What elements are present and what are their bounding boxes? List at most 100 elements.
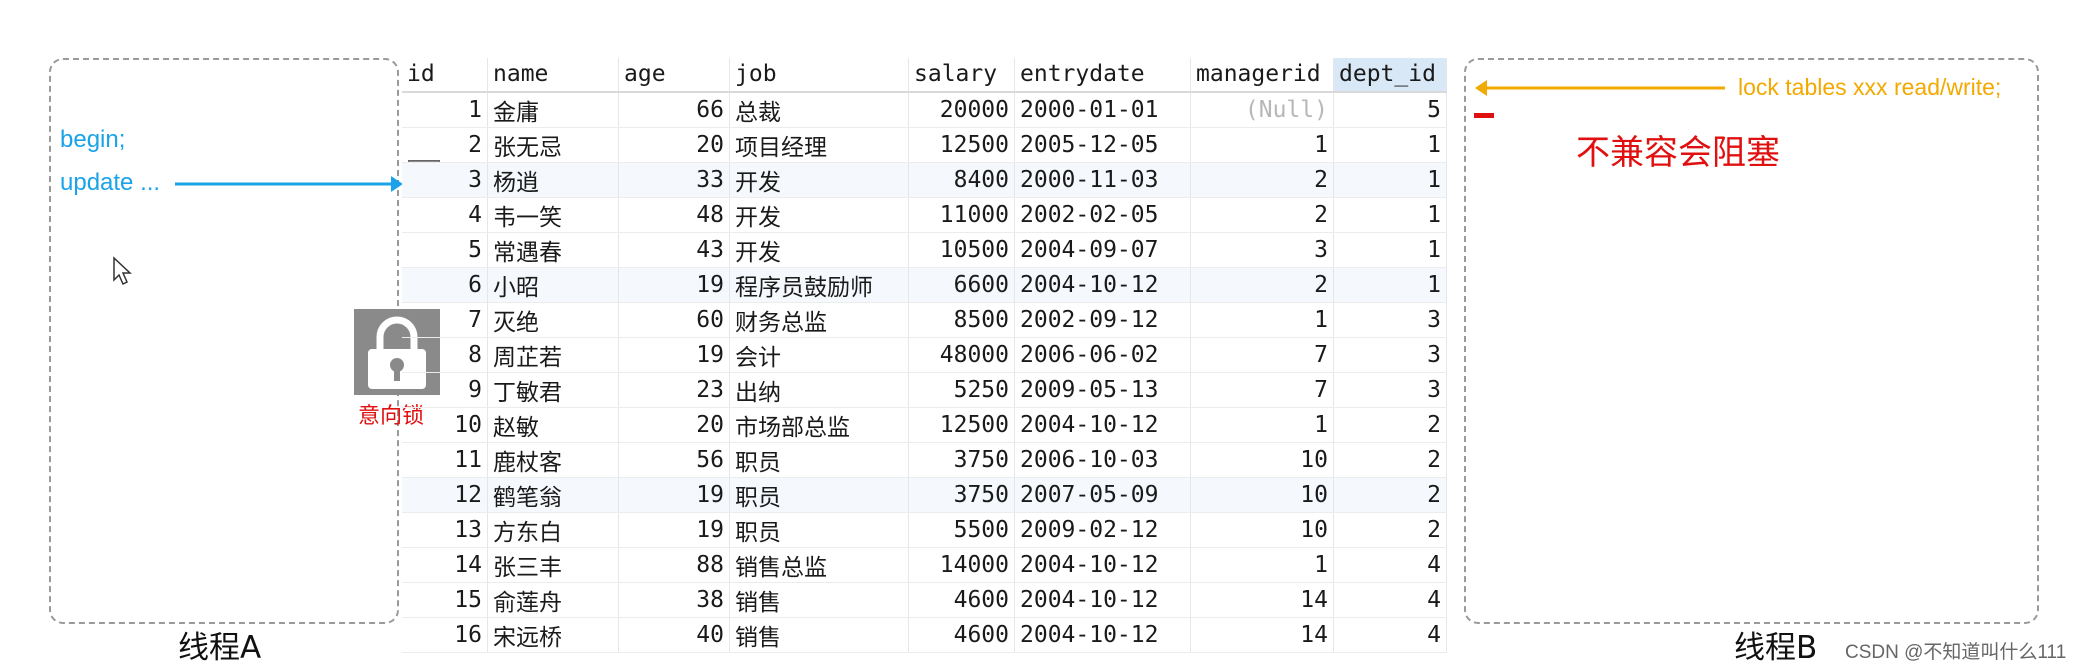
cell-id[interactable]: 14 <box>402 547 488 583</box>
cell-managerid[interactable]: 10 <box>1190 512 1334 548</box>
cell-entrydate[interactable]: 2005-12-05 <box>1014 127 1191 163</box>
cell-id[interactable]: 12 <box>402 477 488 513</box>
cell-job[interactable]: 销售 <box>729 617 909 653</box>
cell-salary[interactable]: 3750 <box>908 477 1015 513</box>
table-row[interactable]: 10 赵敏 20 市场部总监 12500 2004-10-12 1 2 <box>402 407 1447 443</box>
cell-name[interactable]: 鹿杖客 <box>487 442 619 478</box>
col-header-name[interactable]: name <box>487 58 619 93</box>
cell-salary[interactable]: 10500 <box>908 232 1015 268</box>
cell-id[interactable]: 7 <box>402 302 488 338</box>
cell-job[interactable]: 职员 <box>729 477 909 513</box>
cell-age[interactable]: 60 <box>618 302 730 338</box>
cell-id[interactable]: 6 <box>402 267 488 303</box>
cell-job[interactable]: 市场部总监 <box>729 407 909 443</box>
cell-entrydate[interactable]: 2000-01-01 <box>1014 91 1191 128</box>
col-header-age[interactable]: age <box>618 58 730 93</box>
cell-managerid[interactable]: 3 <box>1190 232 1334 268</box>
cell-age[interactable]: 48 <box>618 197 730 233</box>
cell-job[interactable]: 总裁 <box>729 91 909 128</box>
cell-name[interactable]: 方东白 <box>487 512 619 548</box>
cell-id[interactable]: 16 <box>402 617 488 653</box>
cell-name[interactable]: 杨逍 <box>487 162 619 198</box>
cell-job[interactable]: 职员 <box>729 512 909 548</box>
cell-managerid[interactable]: 7 <box>1190 372 1334 408</box>
cell-id[interactable]: 11 <box>402 442 488 478</box>
cell-managerid[interactable]: 2 <box>1190 197 1334 233</box>
cell-salary[interactable]: 3750 <box>908 442 1015 478</box>
cell-managerid[interactable]: 7 <box>1190 337 1334 373</box>
cell-age[interactable]: 40 <box>618 617 730 653</box>
cell-managerid[interactable]: 1 <box>1190 407 1334 443</box>
table-row[interactable]: 11 鹿杖客 56 职员 3750 2006-10-03 10 2 <box>402 442 1447 478</box>
cell-entrydate[interactable]: 2009-02-12 <box>1014 512 1191 548</box>
cell-dept-id[interactable]: 2 <box>1333 407 1447 443</box>
cell-job[interactable]: 财务总监 <box>729 302 909 338</box>
cell-name[interactable]: 鹤笔翁 <box>487 477 619 513</box>
cell-id[interactable]: 1 <box>402 91 488 128</box>
cell-age[interactable]: 88 <box>618 547 730 583</box>
cell-managerid[interactable]: 14 <box>1190 582 1334 618</box>
cell-managerid[interactable]: 1 <box>1190 127 1334 163</box>
cell-job[interactable]: 开发 <box>729 197 909 233</box>
cell-id[interactable]: 15 <box>402 582 488 618</box>
cell-entrydate[interactable]: 2004-10-12 <box>1014 617 1191 653</box>
cell-dept-id[interactable]: 1 <box>1333 267 1447 303</box>
cell-name[interactable]: 常遇春 <box>487 232 619 268</box>
cell-job[interactable]: 开发 <box>729 162 909 198</box>
table-row[interactable]: 6 小昭 19 程序员鼓励师 6600 2004-10-12 2 1 <box>402 267 1447 303</box>
cell-dept-id[interactable]: 3 <box>1333 302 1447 338</box>
cell-managerid[interactable]: 1 <box>1190 547 1334 583</box>
cell-dept-id[interactable]: 4 <box>1333 547 1447 583</box>
cell-salary[interactable]: 11000 <box>908 197 1015 233</box>
cell-age[interactable]: 33 <box>618 162 730 198</box>
cell-name[interactable]: 韦一笑 <box>487 197 619 233</box>
table-row[interactable]: 12 鹤笔翁 19 职员 3750 2007-05-09 10 2 <box>402 477 1447 513</box>
cell-dept-id[interactable]: 1 <box>1333 197 1447 233</box>
cell-entrydate[interactable]: 2002-09-12 <box>1014 302 1191 338</box>
col-header-job[interactable]: job <box>729 58 909 93</box>
cell-job[interactable]: 出纳 <box>729 372 909 408</box>
cell-age[interactable]: 19 <box>618 267 730 303</box>
cell-dept-id[interactable]: 4 <box>1333 582 1447 618</box>
cell-name[interactable]: 金庸 <box>487 91 619 128</box>
cell-entrydate[interactable]: 2009-05-13 <box>1014 372 1191 408</box>
table-row[interactable]: 8 周芷若 19 会计 48000 2006-06-02 7 3 <box>402 337 1447 373</box>
cell-name[interactable]: 周芷若 <box>487 337 619 373</box>
cell-salary[interactable]: 48000 <box>908 337 1015 373</box>
cell-job[interactable]: 项目经理 <box>729 127 909 163</box>
cell-managerid[interactable]: 2 <box>1190 267 1334 303</box>
cell-entrydate[interactable]: 2000-11-03 <box>1014 162 1191 198</box>
cell-salary[interactable]: 5250 <box>908 372 1015 408</box>
table-row[interactable]: 16 宋远桥 40 销售 4600 2004-10-12 14 4 <box>402 617 1447 653</box>
col-header-salary[interactable]: salary <box>908 58 1015 93</box>
cell-name[interactable]: 丁敏君 <box>487 372 619 408</box>
cell-entrydate[interactable]: 2004-10-12 <box>1014 407 1191 443</box>
cell-name[interactable]: 赵敏 <box>487 407 619 443</box>
cell-age[interactable]: 20 <box>618 407 730 443</box>
cell-salary[interactable]: 6600 <box>908 267 1015 303</box>
col-header-entrydate[interactable]: entrydate <box>1014 58 1191 93</box>
cell-job[interactable]: 职员 <box>729 442 909 478</box>
cell-salary[interactable]: 8400 <box>908 162 1015 198</box>
cell-salary[interactable]: 8500 <box>908 302 1015 338</box>
table-row[interactable]: 15 俞莲舟 38 销售 4600 2004-10-12 14 4 <box>402 582 1447 618</box>
cell-job[interactable]: 开发 <box>729 232 909 268</box>
cell-managerid[interactable]: 2 <box>1190 162 1334 198</box>
cell-entrydate[interactable]: 2007-05-09 <box>1014 477 1191 513</box>
cell-entrydate[interactable]: 2002-02-05 <box>1014 197 1191 233</box>
cell-dept-id[interactable]: 1 <box>1333 162 1447 198</box>
table-row[interactable]: 1 金庸 66 总裁 20000 2000-01-01 (Null) 5 <box>402 91 1447 128</box>
cell-job[interactable]: 会计 <box>729 337 909 373</box>
table-row[interactable]: 5 常遇春 43 开发 10500 2004-09-07 3 1 <box>402 232 1447 268</box>
cell-id[interactable]: 2 <box>402 127 488 163</box>
cell-dept-id[interactable]: 3 <box>1333 337 1447 373</box>
table-row[interactable]: 7 灭绝 60 财务总监 8500 2002-09-12 1 3 <box>402 302 1447 338</box>
cell-id[interactable]: 5 <box>402 232 488 268</box>
cell-salary[interactable]: 12500 <box>908 127 1015 163</box>
cell-salary[interactable]: 4600 <box>908 617 1015 653</box>
cell-name[interactable]: 张三丰 <box>487 547 619 583</box>
col-header-managerid[interactable]: managerid <box>1190 58 1334 93</box>
cell-age[interactable]: 20 <box>618 127 730 163</box>
cell-name[interactable]: 灭绝 <box>487 302 619 338</box>
table-row[interactable]: 2 张无忌 20 项目经理 12500 2005-12-05 1 1 <box>402 127 1447 163</box>
